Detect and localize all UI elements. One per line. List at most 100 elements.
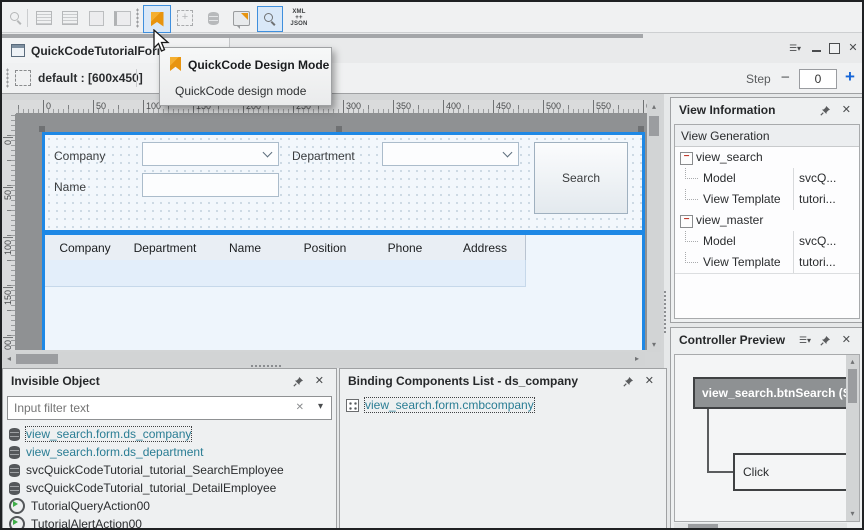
scroll-down-button[interactable]: ▾	[647, 341, 661, 349]
pin-button[interactable]	[820, 335, 831, 349]
cp-hscrollbar[interactable]	[674, 523, 847, 529]
filter-dropdown-icon[interactable]: ▾	[318, 401, 323, 412]
list-item-detail-employee[interactable]: svcQuickCodeTutorial_tutorial_DetailEmpl…	[7, 479, 332, 497]
scroll-up-button[interactable]: ▴	[647, 103, 661, 111]
list-item-ds-department[interactable]: view_search.form.ds_department	[7, 443, 332, 461]
grid-data-cell[interactable]	[285, 260, 366, 287]
minimize-button[interactable]	[808, 41, 824, 55]
grid-data-cell[interactable]	[45, 260, 126, 287]
tree-item-value[interactable]: tutori...	[793, 189, 859, 210]
main-toolbar: + XML++JSON	[2, 2, 862, 33]
ruler-label: 200	[3, 337, 13, 350]
name-input[interactable]	[142, 173, 279, 197]
grid-header-cell[interactable]: Company	[45, 235, 126, 261]
pin-button[interactable]	[623, 376, 634, 390]
view-search-section[interactable]: Company Department Name Search	[45, 135, 642, 230]
grid-header-cell[interactable]: Position	[285, 235, 366, 261]
tree-item-label: Model	[703, 171, 736, 185]
vertical-splitter-handle[interactable]	[663, 290, 668, 334]
design-canvas[interactable]: Company Department Name Search Company D…	[16, 114, 647, 350]
company-label[interactable]: Company	[54, 149, 105, 163]
form-design-surface[interactable]: Company Department Name Search Company D…	[42, 132, 645, 350]
tree-item-model[interactable]: Model svcQ...	[675, 231, 859, 253]
step-decrease-button[interactable]: −	[781, 69, 795, 87]
selection-mode-icon[interactable]	[15, 70, 31, 86]
event-box[interactable]: Click	[733, 453, 860, 491]
designer-area: 0 50 100 150 200 250 300 350 400 450 500…	[2, 94, 664, 368]
close-panel-button[interactable]: ✕	[842, 105, 851, 116]
list-item-alert-action[interactable]: TutorialAlertAction00	[7, 515, 332, 530]
ruler-label: 300	[343, 100, 361, 113]
xml-json-button[interactable]: XML++JSON	[286, 7, 312, 29]
filter-input[interactable]	[7, 396, 332, 420]
invisible-object-panel: Invisible Object ✕ ✕ ▾ view_search.form.…	[2, 368, 337, 530]
list-item-search-employee[interactable]: svcQuickCodeTutorial_tutorial_SearchEmpl…	[7, 461, 332, 479]
collapse-icon[interactable]: −	[680, 215, 693, 228]
binding-item-cmbcompany[interactable]: view_search.form.cmbcompany	[344, 396, 662, 414]
scroll-thumb[interactable]	[688, 524, 718, 528]
add-container-icon[interactable]: +	[174, 7, 196, 29]
form-size-label: default : [600x450]	[38, 71, 143, 85]
group-label: view_search	[696, 150, 763, 164]
pin-button[interactable]	[293, 376, 304, 390]
list-arrow-icon[interactable]	[33, 7, 55, 29]
grid-data-cell[interactable]	[205, 260, 286, 287]
tree-item-view-template[interactable]: View Template tutori...	[675, 189, 859, 211]
tree-group-view-master[interactable]: − view_master	[675, 210, 859, 232]
grid-header-cell[interactable]: Department	[125, 235, 206, 261]
tree-item-value[interactable]: svcQ...	[793, 231, 859, 252]
scroll-right-button[interactable]: ▸	[632, 355, 642, 363]
grid-data-cell[interactable]	[125, 260, 206, 287]
department-combobox[interactable]	[382, 142, 519, 166]
clear-filter-icon[interactable]: ✕	[296, 402, 304, 413]
list-item-ds-company[interactable]: view_search.form.ds_company	[7, 425, 332, 443]
step-input[interactable]	[799, 69, 837, 89]
pin-button[interactable]	[820, 105, 831, 119]
panel-menu-button[interactable]: ☰▾	[799, 335, 811, 346]
form-page-alt-icon[interactable]	[111, 7, 133, 29]
grid-header-cell[interactable]: Name	[205, 235, 286, 261]
cp-vscrollbar[interactable]: ▴ ▾	[846, 355, 859, 521]
controller-node-box[interactable]: view_search.btnSearch (Se	[693, 377, 849, 409]
close-panel-button[interactable]: ✕	[645, 376, 654, 387]
grid-header-cell[interactable]: Address	[445, 235, 526, 261]
script-flag-icon[interactable]	[230, 7, 252, 29]
list-item-query-action[interactable]: TutorialQueryAction00	[7, 497, 332, 515]
department-label[interactable]: Department	[292, 149, 355, 163]
tree-group-view-search[interactable]: − view_search	[675, 147, 859, 169]
tree-item-value[interactable]: svcQ...	[793, 168, 859, 189]
grid-data-cell[interactable]	[445, 260, 526, 287]
controller-preview-panel: Controller Preview ☰▾ ✕ view_search.btnS…	[670, 327, 864, 530]
close-panel-button[interactable]: ✕	[842, 335, 851, 346]
designer-hscrollbar[interactable]: ◂ ▸	[2, 352, 645, 366]
tree-item-value[interactable]: tutori...	[793, 252, 859, 273]
collapse-icon[interactable]: −	[680, 152, 693, 165]
step-increase-button[interactable]: +	[845, 67, 861, 87]
scroll-thumb[interactable]	[848, 369, 857, 403]
database-tool-icon[interactable]	[202, 7, 224, 29]
grid-header-cell[interactable]: Phone	[365, 235, 446, 261]
tree-item-view-template[interactable]: View Template tutori...	[675, 252, 859, 274]
tree-item-model[interactable]: Model svcQ...	[675, 168, 859, 190]
ruler-label: 50	[93, 100, 106, 113]
list-edit-icon[interactable]	[59, 7, 81, 29]
preview-button[interactable]	[257, 6, 283, 32]
close-window-button[interactable]: ✕	[845, 41, 861, 55]
tree-connector	[685, 231, 698, 242]
company-combobox[interactable]	[142, 142, 279, 166]
close-panel-button[interactable]: ✕	[315, 376, 324, 387]
tab-list-menu-button[interactable]: ☰▾	[785, 41, 805, 55]
scroll-up-button[interactable]: ▴	[846, 358, 859, 366]
grid-data-cell[interactable]	[365, 260, 446, 287]
name-label[interactable]: Name	[54, 180, 86, 194]
restore-button[interactable]	[826, 41, 842, 55]
scroll-thumb[interactable]	[16, 354, 58, 364]
form-page-icon[interactable]	[85, 7, 107, 29]
find-form-icon[interactable]	[5, 7, 27, 29]
grid-component[interactable]: Company Department Name Position Phone A…	[45, 230, 642, 350]
scroll-left-button[interactable]: ◂	[4, 355, 14, 363]
search-button[interactable]: Search	[534, 142, 628, 214]
scroll-down-button[interactable]: ▾	[846, 510, 859, 518]
scroll-thumb[interactable]	[649, 116, 659, 136]
designer-vscrollbar[interactable]: ▴ ▾	[647, 100, 661, 352]
